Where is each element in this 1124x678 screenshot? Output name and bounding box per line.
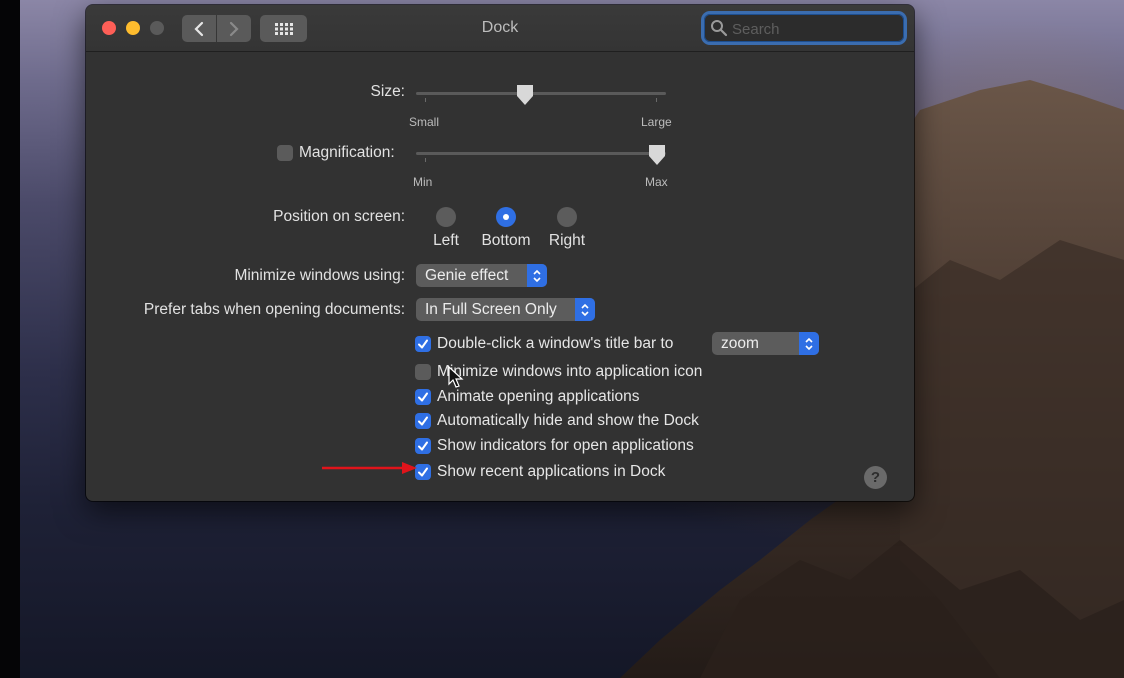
minimize-using-label: Minimize windows using: <box>234 267 405 284</box>
animate-opening-checkbox[interactable] <box>415 389 431 405</box>
minimize-into-icon-label: Minimize windows into application icon <box>437 363 703 380</box>
back-button[interactable] <box>182 15 216 42</box>
checkmark-icon <box>418 339 428 349</box>
slider-tick <box>425 98 426 102</box>
position-label: Position on screen: <box>273 208 405 225</box>
magnification-min-label: Min <box>413 175 433 189</box>
double-click-action-popup[interactable]: zoom <box>712 332 819 355</box>
minimize-window-button[interactable] <box>126 21 140 35</box>
checkmark-icon <box>418 392 428 402</box>
size-slider-track <box>416 92 666 95</box>
position-right-radio[interactable] <box>557 207 577 227</box>
prefer-tabs-popup[interactable]: In Full Screen Only <box>416 298 595 321</box>
updown-arrows-icon <box>575 298 595 321</box>
chevron-left-icon <box>194 21 204 36</box>
magnification-max-label: Max <box>645 175 668 189</box>
slider-tick <box>656 98 657 102</box>
chevron-right-icon <box>229 21 239 36</box>
magnification-slider-thumb[interactable] <box>647 144 667 166</box>
minimize-into-icon-checkbox[interactable] <box>415 364 431 380</box>
zoom-window-button[interactable] <box>150 21 164 35</box>
updown-arrows-icon <box>527 264 547 287</box>
animate-opening-label: Animate opening applications <box>437 388 640 405</box>
red-arrow-annotation-icon <box>322 462 417 474</box>
position-left-radio[interactable] <box>436 207 456 227</box>
prefer-tabs-label: Prefer tabs when opening documents: <box>143 301 405 318</box>
show-indicators-label: Show indicators for open applications <box>437 437 694 454</box>
slider-tick <box>425 158 426 162</box>
size-min-label: Small <box>409 115 440 129</box>
magnification-checkbox[interactable] <box>277 145 293 161</box>
double-click-action-value: zoom <box>721 335 759 352</box>
prefer-tabs-value: In Full Screen Only <box>425 301 557 318</box>
grid-icon <box>274 22 293 35</box>
position-bottom-radio[interactable] <box>496 207 516 227</box>
size-slider-thumb[interactable] <box>515 84 535 106</box>
updown-arrows-icon <box>799 332 819 355</box>
dock-preferences-window: Dock Size: Small Large Magnification: Mi… <box>86 5 914 501</box>
minimize-effect-value: Genie effect <box>425 267 509 284</box>
mouse-pointer-icon <box>448 366 464 388</box>
minimize-effect-popup[interactable]: Genie effect <box>416 264 547 287</box>
double-click-label: Double-click a window's title bar to <box>437 335 674 352</box>
checkmark-icon <box>418 416 428 426</box>
size-max-label: Large <box>641 115 672 129</box>
help-button[interactable]: ? <box>864 466 887 489</box>
preferences-content: Size: Small Large Magnification: Min Max… <box>86 52 914 501</box>
search-input[interactable] <box>730 17 894 41</box>
screen-left-edge <box>0 0 20 678</box>
checkmark-icon <box>418 441 428 451</box>
magnification-slider-track <box>416 152 666 155</box>
position-right-label: Right <box>548 232 586 249</box>
search-icon <box>711 20 728 37</box>
forward-button[interactable] <box>217 15 251 42</box>
size-slider[interactable] <box>416 84 666 106</box>
size-label: Size: <box>370 83 405 100</box>
autohide-dock-checkbox[interactable] <box>415 413 431 429</box>
show-recent-apps-label: Show recent applications in Dock <box>437 463 666 480</box>
magnification-label: Magnification: <box>299 144 395 161</box>
show-all-button[interactable] <box>260 15 307 42</box>
magnification-slider[interactable] <box>416 144 667 166</box>
search-field[interactable] <box>704 14 904 42</box>
title-bar: Dock <box>86 5 914 52</box>
autohide-dock-label: Automatically hide and show the Dock <box>437 412 699 429</box>
close-window-button[interactable] <box>102 21 116 35</box>
show-indicators-checkbox[interactable] <box>415 438 431 454</box>
double-click-checkbox[interactable] <box>415 336 431 352</box>
checkmark-icon <box>418 467 428 477</box>
